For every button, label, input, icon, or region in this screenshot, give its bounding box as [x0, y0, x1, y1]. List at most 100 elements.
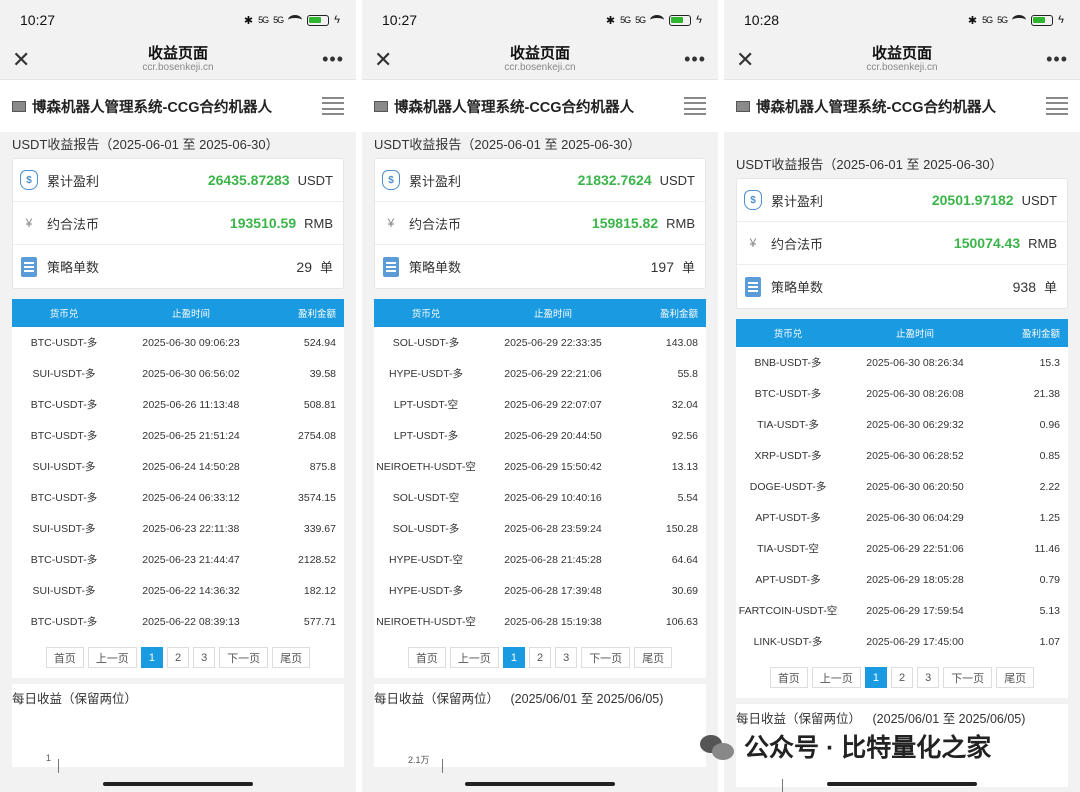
wifi-icon — [1012, 15, 1027, 25]
menu-icon[interactable] — [322, 97, 344, 115]
table-row[interactable]: APT-USDT-多 2025-06-30 06:04:29 1.25 — [736, 502, 1068, 533]
first-page-button[interactable]: 首页 — [769, 667, 808, 688]
cell-time: 2025-06-29 20:44:50 — [504, 429, 602, 442]
last-page-button[interactable]: 尾页 — [996, 667, 1035, 688]
cell-pair: HYPE-USDT-多 — [388, 368, 464, 380]
signal-icon: 5G — [620, 15, 631, 25]
table-row[interactable]: SUI-USDT-多 2025-06-30 06:56:02 39.58 — [12, 358, 344, 389]
menu-icon[interactable] — [1046, 97, 1068, 115]
page-1-button[interactable]: 1 — [864, 667, 887, 688]
daily-earnings-section: 每日收益（保留两位） 1 — [12, 684, 344, 773]
prev-page-button[interactable]: 上一页 — [811, 667, 861, 688]
table-row[interactable]: BTC-USDT-多 2025-06-22 08:39:13 577.71 — [12, 606, 344, 637]
table-row[interactable]: BTC-USDT-多 2025-06-24 06:33:12 3574.15 — [12, 482, 344, 513]
cell-pair: SOL-USDT-空 — [392, 492, 460, 504]
table-body: BNB-USDT-多 2025-06-30 08:26:34 15.3 BTC-USD… — [736, 347, 1068, 657]
page-2-button[interactable]: 2 — [890, 667, 914, 688]
table-row[interactable]: XRP-USDT-多 2025-06-30 06:28:52 0.85 — [736, 440, 1068, 471]
table-row[interactable]: TIA-USDT-空 2025-06-29 22:51:06 11.46 — [736, 533, 1068, 564]
cell-time: 2025-06-30 06:28:52 — [866, 449, 964, 462]
summary-value: 938 — [1012, 278, 1036, 295]
close-icon[interactable]: ✕ — [374, 47, 398, 73]
table-row[interactable]: SOL-USDT-空 2025-06-29 10:40:16 5.54 — [374, 482, 706, 513]
first-page-button[interactable]: 首页 — [407, 647, 446, 668]
summary-value: 193510.59 — [229, 215, 297, 231]
table-row[interactable]: BTC-USDT-多 2025-06-25 21:51:24 2754.08 — [12, 420, 344, 451]
table-row[interactable]: NEIROETH-USDT-空 2025-06-28 15:19:38 106.63 — [374, 606, 706, 637]
menu-icon[interactable] — [684, 97, 706, 115]
cell-time: 2025-06-30 09:06:23 — [142, 336, 240, 349]
cell-pair: SUI-USDT-多 — [32, 523, 96, 535]
table-row[interactable]: BTC-USDT-多 2025-06-23 21:44:47 2128.52 — [12, 544, 344, 575]
table-row[interactable]: BTC-USDT-多 2025-06-30 08:26:08 21.38 — [736, 378, 1068, 409]
table-row[interactable]: SUI-USDT-多 2025-06-22 14:36:32 182.12 — [12, 575, 344, 606]
page-domain: ccr.bosenkeji.cn — [866, 62, 938, 74]
table-row[interactable]: SOL-USDT-多 2025-06-29 22:33:35 143.08 — [374, 327, 706, 358]
cell-profit: 30.69 — [671, 584, 698, 597]
summary-value: 21832.7624 — [577, 172, 652, 188]
cell-profit: 182.12 — [303, 584, 336, 597]
table-row[interactable]: BTC-USDT-多 2025-06-26 11:13:48 508.81 — [12, 389, 344, 420]
table-row[interactable]: BTC-USDT-多 2025-06-30 09:06:23 524.94 — [12, 327, 344, 358]
cell-pair: TIA-USDT-空 — [757, 543, 819, 555]
prev-page-button[interactable]: 上一页 — [87, 647, 137, 668]
page-2-button[interactable]: 2 — [528, 647, 552, 668]
app-name: 博森机器人管理系统-CCG合约机器人 — [756, 99, 997, 116]
summary-label: 累计盈利 — [47, 173, 100, 189]
col-header-profit: 盈利金额 — [297, 309, 336, 320]
report-title: USDT收益报告（2025-06-01 至 2025-06-30） — [12, 137, 279, 152]
table-row[interactable]: HYPE-USDT-多 2025-06-29 22:21:06 55.8 — [374, 358, 706, 389]
table-row[interactable]: LPT-USDT-多 2025-06-29 20:44:50 92.56 — [374, 420, 706, 451]
cell-profit: 1.25 — [1039, 511, 1060, 524]
page-2-button[interactable]: 2 — [166, 647, 190, 668]
page-title: 收益页面 — [509, 44, 570, 62]
table-row[interactable]: DOGE-USDT-多 2025-06-30 06:20:50 2.22 — [736, 471, 1068, 502]
table-row[interactable]: BNB-USDT-多 2025-06-30 08:26:34 15.3 — [736, 347, 1068, 378]
phone-panel-1: 10:27 ✱ 5G 5G ϟ ✕ 收益页面 ccr.bosenkeji.cn … — [0, 0, 356, 792]
cell-pair: NEIROETH-USDT-空 — [376, 461, 476, 473]
close-icon[interactable]: ✕ — [12, 47, 36, 73]
cell-profit: 875.8 — [309, 460, 336, 473]
signal-icon-2: 5G — [997, 15, 1008, 25]
prev-page-button[interactable]: 上一页 — [449, 647, 499, 668]
cell-pair: APT-USDT-多 — [755, 574, 821, 586]
table-row[interactable]: SUI-USDT-多 2025-06-23 22:11:38 339.67 — [12, 513, 344, 544]
table-row[interactable]: LINK-USDT-多 2025-06-29 17:45:00 1.07 — [736, 626, 1068, 657]
more-icon[interactable]: ••• — [320, 49, 344, 70]
yen-icon: ¥ — [25, 216, 33, 230]
cell-pair: BNB-USDT-多 — [754, 357, 822, 369]
table-row[interactable]: TIA-USDT-多 2025-06-30 06:29:32 0.96 — [736, 409, 1068, 440]
cell-pair: DOGE-USDT-多 — [749, 481, 827, 493]
table-row[interactable]: FARTCOIN-USDT-空 2025-06-29 17:59:54 5.13 — [736, 595, 1068, 626]
last-page-button[interactable]: 尾页 — [272, 647, 311, 668]
more-icon[interactable]: ••• — [1044, 49, 1068, 70]
report-title: USDT收益报告（2025-06-01 至 2025-06-30） — [736, 157, 1003, 172]
table-row[interactable]: HYPE-USDT-多 2025-06-28 17:39:48 30.69 — [374, 575, 706, 606]
table-row[interactable]: HYPE-USDT-空 2025-06-28 21:45:28 64.64 — [374, 544, 706, 575]
page-3-button[interactable]: 3 — [917, 667, 940, 688]
page-3-button[interactable]: 3 — [193, 647, 216, 668]
table-row[interactable]: NEIROETH-USDT-空 2025-06-29 15:50:42 13.13 — [374, 451, 706, 482]
next-page-button[interactable]: 下一页 — [943, 667, 993, 688]
cell-pair: LPT-USDT-多 — [393, 430, 459, 442]
next-page-button[interactable]: 下一页 — [219, 647, 269, 668]
col-header-time: 止盈时间 — [171, 309, 210, 320]
table-row[interactable]: SUI-USDT-多 2025-06-24 14:50:28 875.8 — [12, 451, 344, 482]
page-3-button[interactable]: 3 — [555, 647, 578, 668]
first-page-button[interactable]: 首页 — [45, 647, 84, 668]
wifi-icon — [288, 15, 303, 25]
table-row[interactable]: SOL-USDT-多 2025-06-28 23:59:24 150.28 — [374, 513, 706, 544]
close-icon[interactable]: ✕ — [736, 47, 760, 73]
title-block: 收益页面 ccr.bosenkeji.cn — [866, 45, 938, 74]
table-row[interactable]: LPT-USDT-空 2025-06-29 22:07:07 32.04 — [374, 389, 706, 420]
daily-earnings-section: 每日收益（保留两位） (2025/06/01 至 2025/06/05) 2.1… — [374, 684, 706, 773]
table-row[interactable]: APT-USDT-多 2025-06-29 18:05:28 0.79 — [736, 564, 1068, 595]
last-page-button[interactable]: 尾页 — [634, 647, 673, 668]
next-page-button[interactable]: 下一页 — [581, 647, 631, 668]
summary-unit: USDT — [297, 172, 333, 188]
cell-pair: BTC-USDT-多 — [30, 430, 98, 442]
col-header-profit: 盈利金额 — [1021, 329, 1060, 340]
page-1-button[interactable]: 1 — [140, 647, 163, 668]
more-icon[interactable]: ••• — [682, 49, 706, 70]
page-1-button[interactable]: 1 — [502, 647, 525, 668]
